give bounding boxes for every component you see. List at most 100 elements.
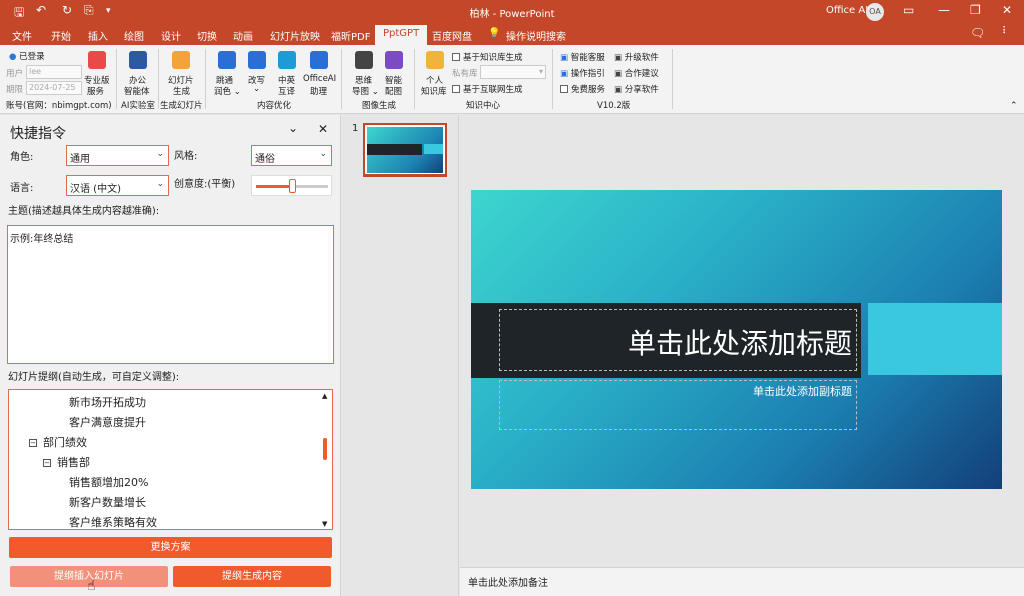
tab-insert[interactable]: 插入 bbox=[88, 28, 108, 43]
tab-slideshow[interactable]: 幻灯片放映 bbox=[270, 28, 320, 43]
pro-service-label-2[interactable]: 服务 bbox=[87, 85, 104, 97]
officeai-assist-label-1[interactable]: OfficeAI bbox=[303, 74, 336, 84]
share-icon[interactable]: ⠇ bbox=[1002, 26, 1009, 37]
private-kb-select[interactable]: ▾ bbox=[480, 65, 546, 79]
rewrite-dropdown-icon[interactable]: ⌄ bbox=[253, 84, 260, 94]
pro-service-icon[interactable] bbox=[88, 51, 106, 69]
slider-thumb[interactable] bbox=[289, 179, 296, 193]
collapse-icon[interactable]: − bbox=[43, 459, 51, 467]
login-status: ● 已登录 bbox=[9, 50, 45, 62]
tab-transitions[interactable]: 切换 bbox=[197, 28, 217, 43]
mindmap-icon[interactable] bbox=[355, 51, 373, 69]
tree-item[interactable]: 客户满意度提升 bbox=[69, 414, 146, 430]
personal-kb-label-2[interactable]: 知识库 bbox=[421, 85, 447, 97]
gen-slides-icon[interactable] bbox=[172, 51, 190, 69]
expire-field[interactable]: 2024-07-25 bbox=[26, 81, 82, 95]
translate-icon[interactable] bbox=[278, 51, 296, 69]
quick-commands-panel: 快捷指令 ⌄ ✕ 角色: 通用 ⌄ 风格: 通俗 ⌄ 语言: 汉语 (中文) ⌄ 创意… bbox=[0, 115, 341, 596]
creativity-slider[interactable] bbox=[251, 175, 332, 196]
tab-file[interactable]: 文件 bbox=[12, 28, 32, 43]
tell-me-search[interactable]: 操作说明搜索 bbox=[506, 28, 566, 43]
minimize-icon[interactable]: — bbox=[938, 3, 950, 17]
mindmap-label-2[interactable]: 导图 ⌄ bbox=[352, 85, 379, 97]
comment-icon[interactable]: 🗨 bbox=[970, 26, 985, 40]
translate-label-2[interactable]: 互译 bbox=[278, 85, 295, 97]
chevron-down-icon[interactable]: ⌄ bbox=[288, 121, 298, 135]
tab-animations[interactable]: 动画 bbox=[233, 28, 253, 43]
slide-thumbnail[interactable] bbox=[363, 123, 447, 177]
tree-item[interactable]: 新市场开拓成功 bbox=[69, 394, 146, 410]
officeai-label[interactable]: Office AI bbox=[826, 5, 868, 16]
language-select[interactable]: 汉语 (中文) ⌄ bbox=[66, 175, 169, 196]
share-button[interactable]: ▣ 分享软件 bbox=[614, 83, 659, 95]
style-select[interactable]: 通俗 ⌄ bbox=[251, 145, 332, 166]
polish-label-2[interactable]: 润色 ⌄ bbox=[214, 85, 241, 97]
web-gen-checkbox[interactable]: 基于互联网生成 bbox=[452, 83, 523, 95]
thumbnail-image bbox=[367, 127, 443, 173]
image-group-label: 图像生成 bbox=[362, 101, 397, 111]
tab-draw[interactable]: 绘图 bbox=[124, 28, 144, 43]
language-label: 语言: bbox=[10, 183, 34, 194]
personal-kb-icon[interactable] bbox=[426, 51, 444, 69]
maximize-icon[interactable]: ❐ bbox=[970, 3, 981, 17]
tab-foxit-pdf[interactable]: 福昕PDF bbox=[331, 28, 370, 43]
officeai-assist-icon[interactable] bbox=[310, 51, 328, 69]
officeai-assist-label-2[interactable]: 助理 bbox=[310, 85, 327, 97]
tree-item[interactable]: − 销售部 bbox=[43, 454, 90, 470]
guide-icon: ▣ bbox=[560, 69, 569, 79]
scrollbar[interactable]: ▲ ▼ bbox=[320, 392, 330, 528]
role-label: 角色: bbox=[10, 152, 34, 163]
tab-home[interactable]: 开始 bbox=[51, 28, 71, 43]
role-select[interactable]: 通用 ⌄ bbox=[66, 145, 169, 166]
tab-baidu-netdisk[interactable]: 百度网盘 bbox=[432, 28, 472, 43]
rewrite-icon[interactable] bbox=[248, 51, 266, 69]
polish-icon[interactable] bbox=[218, 51, 236, 69]
smart-image-icon[interactable] bbox=[385, 51, 403, 69]
subtitle-placeholder[interactable]: 单击此处添加副标题 bbox=[499, 380, 857, 430]
office-agent-label-2[interactable]: 智能体 bbox=[124, 85, 150, 97]
ribbon-divider bbox=[552, 49, 553, 109]
tree-item[interactable]: 客户维系策略有效 bbox=[69, 514, 157, 529]
coop-button[interactable]: ▣ 合作建议 bbox=[614, 67, 659, 79]
free-service-checkbox[interactable]: 免费服务 bbox=[560, 83, 605, 95]
menu-bar: 文件 开始 插入 绘图 设计 切换 动画 幻灯片放映 福昕PDF PptGPT … bbox=[0, 24, 1024, 45]
tree-item[interactable]: 新客户数量增长 bbox=[69, 494, 146, 510]
coop-icon: ▣ bbox=[614, 69, 623, 79]
collapse-ribbon-icon[interactable]: ⌃ bbox=[1010, 101, 1018, 111]
ribbon-display-icon[interactable]: ▭ bbox=[903, 3, 914, 17]
collapse-icon[interactable]: − bbox=[29, 439, 37, 447]
scroll-up-icon[interactable]: ▲ bbox=[322, 392, 327, 400]
ribbon: ● 已登录 用户 lee 期限 2024-07-25 账号(官网：nbimgpt… bbox=[0, 45, 1024, 114]
gen-slides-label-2[interactable]: 生成 bbox=[173, 85, 190, 97]
user-field[interactable]: lee bbox=[26, 65, 82, 79]
tree-item[interactable]: − 部门绩效 bbox=[29, 434, 87, 450]
upgrade-button[interactable]: ▣ 升级软件 bbox=[614, 51, 659, 63]
tab-design[interactable]: 设计 bbox=[161, 28, 181, 43]
ribbon-divider bbox=[414, 49, 415, 109]
notes-pane[interactable]: 单击此处添加备注 bbox=[460, 567, 1024, 596]
outline-generate-content-button[interactable]: 提纲生成内容 bbox=[173, 566, 331, 587]
lightbulb-icon: 💡 bbox=[488, 28, 501, 39]
scroll-down-icon[interactable]: ▼ bbox=[322, 520, 327, 528]
office-agent-icon[interactable] bbox=[129, 51, 147, 69]
title-bar: 🖫 ↶ ↻ ⎘ ▾ 柏林 - PowerPoint Office AI OA ▭… bbox=[0, 0, 1024, 24]
content-group-label: 内容优化 bbox=[257, 101, 292, 111]
tree-item[interactable]: 销售额增加20% bbox=[69, 474, 148, 490]
title-text: 单击此处添加标题 bbox=[627, 327, 852, 360]
topic-textarea[interactable]: 示例:年终总结 bbox=[7, 225, 334, 364]
ai-lab-group-label: AI实验室 bbox=[121, 101, 155, 111]
topic-label: 主题(描述越具体生成内容越准确): bbox=[8, 206, 160, 217]
title-placeholder[interactable]: 单击此处添加标题 bbox=[499, 309, 857, 371]
change-plan-button[interactable]: 更换方案 bbox=[9, 537, 332, 558]
scroll-thumb[interactable] bbox=[323, 438, 327, 460]
smart-image-label-2[interactable]: 配图 bbox=[385, 85, 402, 97]
guide-button[interactable]: ▣ 操作指引 bbox=[560, 67, 605, 79]
outline-tree[interactable]: 新市场开拓成功 客户满意度提升 − 部门绩效 − 销售部 销售额增加20% 新客户数… bbox=[8, 389, 333, 530]
tab-pptgpt[interactable]: PptGPT bbox=[375, 25, 428, 45]
kb-gen-checkbox[interactable]: 基于知识库生成 bbox=[452, 51, 523, 63]
avatar[interactable]: OA bbox=[866, 3, 884, 21]
subtitle-text: 单击此处添加副标题 bbox=[753, 385, 852, 398]
support-button[interactable]: ▣ 智能客服 bbox=[560, 51, 605, 63]
close-icon[interactable]: ✕ bbox=[1002, 3, 1012, 17]
close-panel-icon[interactable]: ✕ bbox=[318, 122, 328, 136]
